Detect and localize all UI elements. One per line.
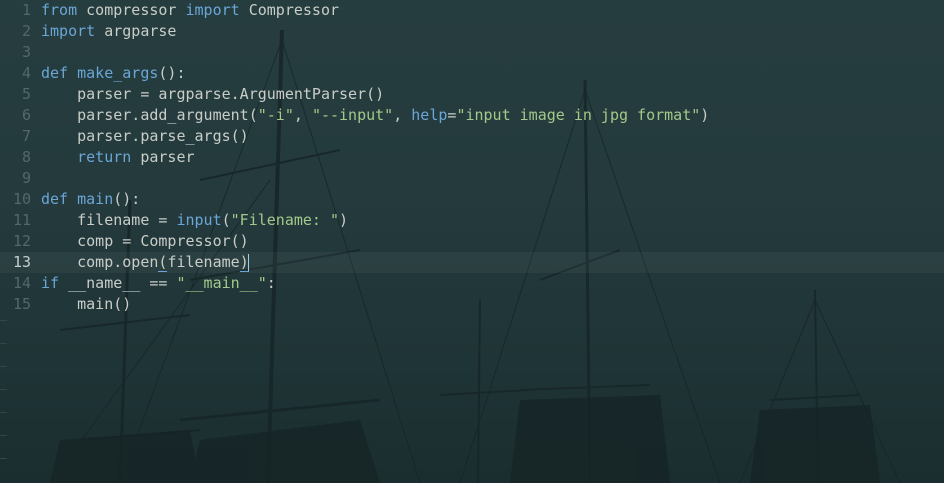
code-line[interactable]: 10 def main(): bbox=[0, 189, 944, 210]
code-token: import bbox=[41, 22, 96, 40]
code-token: from bbox=[41, 1, 78, 19]
code-token: ) bbox=[339, 211, 349, 229]
code-token: make_args bbox=[77, 64, 159, 82]
code-token: __name__ == bbox=[59, 274, 177, 292]
code-text[interactable]: return parser bbox=[41, 147, 195, 168]
line-number: 11 bbox=[12, 211, 31, 229]
line-number: 15 bbox=[12, 295, 31, 313]
line-number: 1 bbox=[21, 1, 31, 19]
line-number: 13 bbox=[12, 253, 31, 271]
code-text[interactable]: comp = Compressor() bbox=[41, 231, 249, 252]
code-token: help bbox=[411, 106, 448, 124]
code-token: (): bbox=[113, 190, 141, 208]
code-line[interactable]: 7 parser.parse_args() bbox=[0, 126, 944, 147]
code-text[interactable]: parser.add_argument("-i", "--input", hel… bbox=[41, 105, 709, 126]
code-text[interactable]: if __name__ == "__main__": bbox=[41, 273, 276, 294]
line-number: 3 bbox=[21, 43, 31, 61]
code-text[interactable]: parser = argparse.ArgumentParser() bbox=[41, 84, 384, 105]
line-number: 10 bbox=[12, 190, 31, 208]
code-token: "--input" bbox=[311, 106, 394, 124]
code-token: : bbox=[266, 274, 276, 292]
code-token: main() bbox=[41, 295, 132, 313]
code-token: "Filename: " bbox=[230, 211, 340, 229]
line-number: 12 bbox=[12, 232, 31, 250]
code-line[interactable]: 14 if __name__ == "__main__": bbox=[0, 273, 944, 294]
code-text[interactable]: parser.parse_args() bbox=[41, 126, 249, 147]
code-line[interactable]: 8 return parser bbox=[0, 147, 944, 168]
code-token: Compressor bbox=[239, 1, 340, 19]
line-number: 6 bbox=[21, 106, 31, 124]
code-line[interactable]: 9 bbox=[0, 168, 944, 189]
code-line[interactable]: 13 comp.open(filename) bbox=[0, 252, 944, 273]
code-token: input bbox=[176, 211, 222, 229]
code-token: parser.add_argument( bbox=[41, 106, 258, 124]
code-token: "__main__" bbox=[176, 274, 267, 292]
code-line[interactable]: 5 parser = argparse.ArgumentParser() bbox=[0, 84, 944, 105]
code-token: main bbox=[77, 190, 114, 208]
code-token: def bbox=[41, 64, 69, 82]
code-token: compressor bbox=[77, 1, 186, 19]
code-area[interactable]: 1 from compressor import Compressor 2 impor… bbox=[0, 0, 944, 315]
code-text[interactable]: def make_args(): bbox=[41, 63, 186, 84]
code-line[interactable]: 12 comp = Compressor() bbox=[0, 231, 944, 252]
code-text[interactable]: filename = input("Filename: ") bbox=[41, 210, 348, 231]
code-token: , bbox=[293, 106, 312, 124]
line-number: 14 bbox=[12, 274, 31, 292]
code-line[interactable]: 4 def make_args(): bbox=[0, 63, 944, 84]
left-edge-ticks bbox=[0, 320, 7, 481]
code-token: comp = Compressor() bbox=[41, 232, 249, 250]
code-text[interactable]: def main(): bbox=[41, 189, 140, 210]
code-token: "-i" bbox=[257, 106, 294, 124]
code-token: filename = bbox=[41, 211, 177, 229]
code-line[interactable]: 1 from compressor import Compressor bbox=[0, 0, 944, 21]
line-number: 9 bbox=[21, 169, 31, 187]
code-token: (): bbox=[158, 64, 186, 82]
code-token: import bbox=[185, 1, 240, 19]
code-token: argparse bbox=[95, 22, 177, 40]
code-token: parser = argparse.ArgumentParser() bbox=[41, 85, 385, 103]
code-token: if bbox=[41, 274, 60, 292]
code-line[interactable]: 15 main() bbox=[0, 294, 944, 315]
line-number: 4 bbox=[21, 64, 31, 82]
code-token: , bbox=[393, 106, 412, 124]
code-editor[interactable]: 1 from compressor import Compressor 2 impor… bbox=[0, 0, 944, 483]
code-token: comp.open bbox=[41, 253, 159, 271]
code-line[interactable]: 3 bbox=[0, 42, 944, 63]
code-text[interactable]: main() bbox=[41, 294, 131, 315]
code-token: parser.parse_args() bbox=[41, 127, 249, 145]
code-text[interactable]: import argparse bbox=[41, 21, 176, 42]
line-number: 7 bbox=[21, 127, 31, 145]
code-token: filename bbox=[167, 253, 240, 271]
text-cursor bbox=[247, 254, 249, 271]
code-line[interactable]: 2 import argparse bbox=[0, 21, 944, 42]
code-token: "input image in jpg format" bbox=[456, 106, 701, 124]
line-number: 5 bbox=[21, 85, 31, 103]
line-number: 2 bbox=[21, 22, 31, 40]
code-text[interactable]: comp.open(filename) bbox=[41, 252, 249, 273]
code-token: return bbox=[77, 148, 132, 166]
code-token: def bbox=[41, 190, 69, 208]
code-line[interactable]: 6 parser.add_argument("-i", "--input", h… bbox=[0, 105, 944, 126]
code-text[interactable]: from compressor import Compressor bbox=[41, 0, 339, 21]
code-line[interactable]: 11 filename = input("Filename: ") bbox=[0, 210, 944, 231]
code-token: ( bbox=[221, 211, 231, 229]
code-token: parser bbox=[131, 148, 195, 166]
line-number: 8 bbox=[21, 148, 31, 166]
code-token: ) bbox=[700, 106, 710, 124]
